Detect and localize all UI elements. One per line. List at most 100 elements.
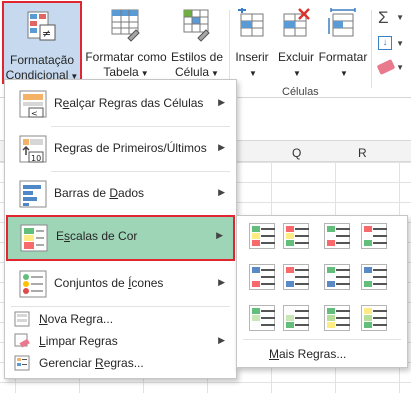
eraser-icon [376,59,396,75]
menu-label-accel: N [39,312,48,326]
value-line [373,324,387,326]
color-scale-green-yellow-red-icon[interactable] [249,223,275,249]
menu-label-post: impar Regras [45,334,118,348]
value-line [336,276,350,278]
column-header-q[interactable]: Q [292,146,301,160]
value-line [261,317,275,319]
value-line [336,228,350,230]
menu-label-pre: Barras de [54,186,110,200]
color-scale-green-white-blue-icon[interactable] [324,264,350,290]
format-button[interactable]: Formatar ▼ [318,0,368,86]
conditional-formatting-icon: ≠ [27,11,57,49]
more-rules-item[interactable]: Mais Regras... [269,347,346,361]
value-line [295,317,309,319]
color-swatch [252,281,260,287]
menu-item-data-bars[interactable]: Barras de Dados ▶ [6,172,235,215]
value-line [295,228,309,230]
svg-text:10: 10 [31,154,41,163]
menu-item-highlight-cells-rules[interactable]: < Realçar Regras das Células ▶ [6,82,235,125]
value-line [373,317,387,319]
value-line [336,310,350,312]
color-scale-blue-white-green-icon[interactable] [361,264,387,290]
color-scale-green-white-red-icon[interactable] [324,223,350,249]
cell-styles-button[interactable]: Estilos de Célula ▼ [168,0,226,86]
color-swatch [252,267,260,273]
color-swatch [364,281,372,287]
top-bottom-rules-icon: 10 [17,133,49,165]
color-scale-blue-white-red-icon[interactable] [249,264,275,290]
group-separator [229,10,230,88]
menu-item-clear-rules[interactable]: Limpar Regras ▶ [6,331,235,351]
value-line [261,242,275,244]
autosum-button[interactable]: Σ ▼ [376,8,406,30]
menu-label-post: egras... [103,356,144,370]
color-swatch [327,315,335,321]
format-as-table-icon [110,8,142,46]
data-bars-icon [17,178,49,210]
clear-button[interactable]: ▼ [376,58,406,80]
delete-cells-icon [281,8,311,44]
group-separator [371,10,372,88]
chevron-down-icon: ▼ [249,69,257,78]
value-line [336,242,350,244]
chevron-down-icon: ▼ [396,39,404,48]
chevron-down-icon: ▼ [140,69,149,78]
value-line [336,324,350,326]
color-swatch [252,322,260,328]
delete-button[interactable]: Excluir ▼ [275,0,317,86]
chevron-right-icon: ▶ [218,277,225,287]
value-line [373,228,387,230]
color-swatch [327,322,335,328]
color-scale-red-yellow-green-icon[interactable] [283,223,309,249]
more-rules-post: ais Regras... [279,347,347,361]
cell-styles-label-1: Estilos de [170,50,224,64]
menu-label-pre: Regras de Primeiros/Últimos [54,141,207,155]
color-swatch [327,267,335,273]
color-scales-submenu: Mais Regras... [236,215,408,368]
color-swatch [252,315,260,321]
menu-separator [11,306,230,307]
value-line [373,235,387,237]
color-swatch [252,233,260,239]
color-swatch [286,267,294,273]
color-scale-white-green-icon[interactable] [283,305,309,331]
clear-rules-icon [14,333,30,349]
menu-label-post: alçar Regras das Células [69,96,204,110]
fill-button[interactable]: ↓ ▼ [376,34,406,56]
color-swatch [364,226,372,232]
format-as-table-button[interactable]: Formatar como Tabela ▼ [85,0,167,86]
insert-button[interactable]: Inserir ▼ [232,0,272,86]
icon-sets-icon [17,268,49,300]
menu-label-post: calas de Cor [70,229,138,243]
color-swatch [252,226,260,232]
menu-item-new-rule[interactable]: Nova Regra... [6,309,235,329]
value-line [336,283,350,285]
chevron-right-icon: ▶ [218,142,225,152]
menu-item-icon-sets[interactable]: Conjuntos de Ícones ▶ [6,262,235,305]
color-scale-green-yellow-icon[interactable] [324,305,350,331]
value-line [373,242,387,244]
value-line [336,317,350,319]
menu-item-color-scales[interactable]: Escalas de Cor ▶ [6,215,235,261]
value-line [295,235,309,237]
color-swatch [286,274,294,280]
color-scale-red-white-green-icon[interactable] [361,223,387,249]
color-scale-green-white-icon[interactable] [249,305,275,331]
color-swatch [252,240,260,246]
color-swatch [286,281,294,287]
new-rule-icon [14,311,30,327]
delete-label: Excluir [277,50,314,64]
insert-cells-icon [237,8,267,44]
value-line [261,228,275,230]
menu-label-accel: R [95,356,104,370]
menu-item-manage-rules[interactable]: Gerenciar Regras... [6,353,235,373]
color-scale-red-white-blue-icon[interactable] [283,264,309,290]
chevron-down-icon: ▼ [396,13,404,22]
menu-item-top-bottom-rules[interactable]: 10 Regras de Primeiros/Últimos ▶ [6,127,235,170]
column-header-r[interactable]: R [358,146,367,160]
highlight-cells-rules-icon: < [17,88,49,120]
value-line [295,310,309,312]
conditional-formatting-button[interactable]: ≠ Formatação Condicional ▼ [2,1,82,84]
color-scale-yellow-green-icon[interactable] [361,305,387,331]
more-rules-accel: M [269,347,279,361]
